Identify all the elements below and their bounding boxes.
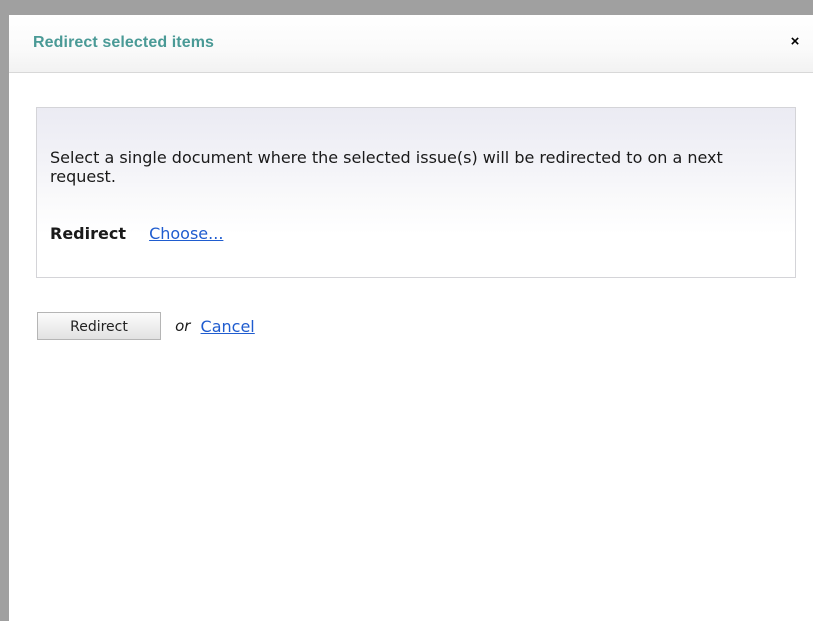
cancel-link[interactable]: Cancel — [201, 317, 255, 336]
info-panel: Select a single document where the selec… — [36, 107, 796, 278]
choose-document-link[interactable]: Choose... — [149, 224, 223, 243]
window-frame: Redirect selected items × Select a singl… — [0, 0, 813, 621]
redirect-button[interactable]: Redirect — [37, 312, 161, 340]
redirect-label: Redirect — [50, 224, 126, 243]
or-text: or — [175, 317, 191, 335]
redirect-dialog: Redirect selected items × Select a singl… — [9, 15, 813, 621]
close-icon[interactable]: × — [787, 33, 803, 51]
dialog-actions: Redirect or Cancel — [37, 312, 255, 342]
panel-description: Select a single document where the selec… — [50, 148, 723, 186]
redirect-row: Redirect Choose... — [50, 224, 223, 246]
dialog-title: Redirect selected items — [33, 34, 215, 51]
dialog-titlebar: Redirect selected items × — [9, 15, 813, 73]
